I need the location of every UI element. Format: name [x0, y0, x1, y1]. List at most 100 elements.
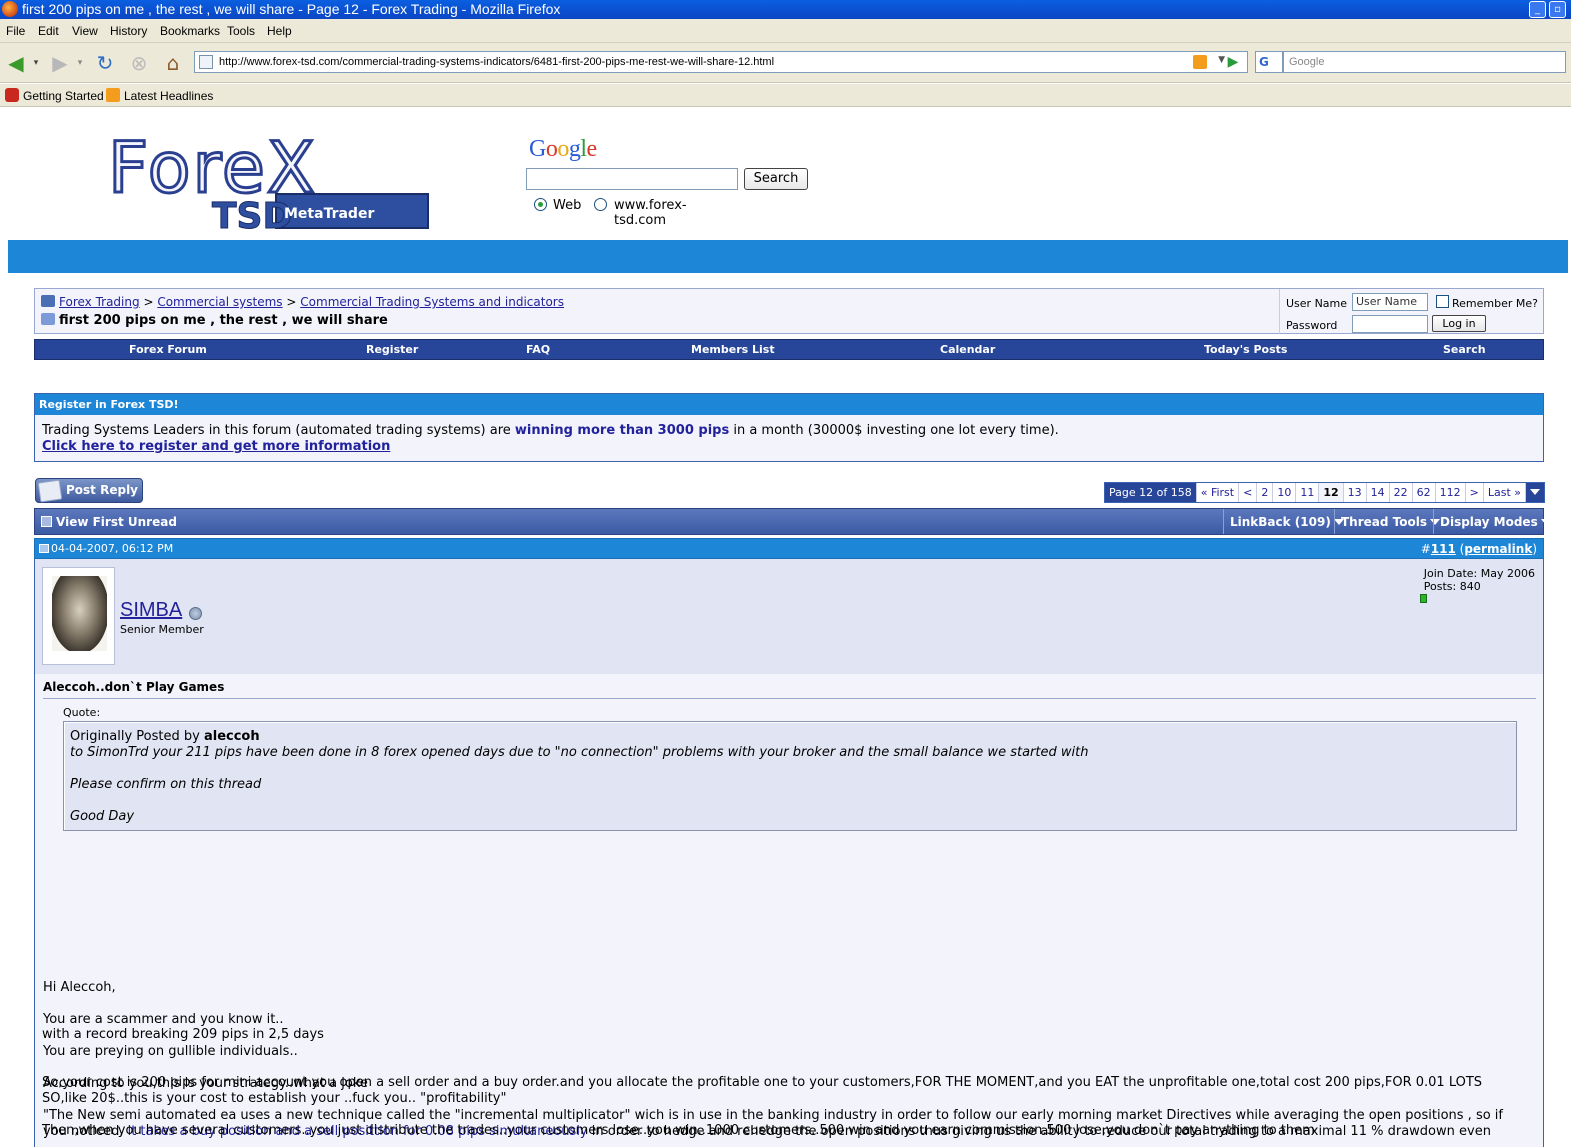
page-last[interactable]: Last »	[1484, 483, 1526, 502]
go-icon[interactable]: ▶	[1224, 53, 1242, 71]
login-form: User Name User Name Remember Me? Passwor…	[1279, 289, 1544, 334]
page-link[interactable]: 11	[1296, 483, 1320, 502]
post-text-line: SO,like 20$..this is your cost to establ…	[42, 1091, 507, 1106]
register-notice-text: Trading Systems Leaders in this forum (a…	[42, 423, 1059, 438]
radio-site[interactable]	[594, 198, 607, 211]
user-stats: Join Date: May 2006 Posts: 840	[1424, 567, 1535, 593]
restore-button[interactable]: ▫	[1549, 1, 1566, 18]
avatar[interactable]	[42, 567, 115, 665]
rss-feed-icon[interactable]	[1193, 55, 1207, 69]
forum-home-icon[interactable]	[41, 295, 55, 307]
quote-line: to SimonTrd your 211 pips have been done…	[70, 745, 1089, 760]
menu-edit[interactable]: Edit	[38, 24, 59, 38]
back-icon[interactable]: ◀	[4, 51, 28, 75]
page-first[interactable]: « First	[1197, 483, 1240, 502]
search-engine-selector[interactable]: G	[1255, 51, 1283, 73]
bookmark-getting-started[interactable]: Getting Started	[5, 88, 104, 103]
menu-tools[interactable]: Tools	[227, 24, 255, 38]
page-viewport: ForeX TSD MetaTrader Google Search Web w…	[8, 112, 1568, 1147]
user-title: Senior Member	[120, 623, 204, 636]
nav-members-list[interactable]: Members List	[691, 343, 775, 356]
display-modes-menu[interactable]: Display Modes	[1433, 509, 1557, 534]
register-notice-header: Register in Forex TSD!	[35, 394, 1543, 415]
logo-badge: MetaTrader	[284, 206, 374, 222]
nav-register[interactable]: Register	[366, 343, 418, 356]
checkmark-icon	[41, 516, 52, 527]
radio-web[interactable]	[534, 198, 547, 211]
page-link[interactable]: 10	[1273, 483, 1297, 502]
menu-history[interactable]: History	[110, 24, 147, 38]
breadcrumb-commercial-systems[interactable]: Commercial systems	[157, 295, 282, 309]
firefox-icon	[2, 1, 18, 17]
google-search-button[interactable]: Search	[744, 168, 808, 190]
google-logo: Google	[529, 136, 597, 162]
google-search-input[interactable]	[526, 168, 738, 190]
thread-title: first 200 pips on me , the rest , we wil…	[41, 313, 388, 328]
header-band	[8, 240, 1568, 273]
page-count[interactable]: Page 12 of 158	[1105, 483, 1197, 502]
nav-faq[interactable]: FAQ	[526, 343, 550, 356]
home-icon[interactable]: ⌂	[161, 51, 185, 75]
page-prev[interactable]: <	[1239, 483, 1258, 502]
permalink-link[interactable]: permalink	[1464, 542, 1532, 556]
page-link[interactable]: 14	[1367, 483, 1390, 502]
menu-help[interactable]: Help	[267, 24, 292, 38]
post-text-line: with a record breaking 209 pips in 2,5 d…	[42, 1027, 324, 1042]
page-icon	[199, 55, 213, 69]
back-history-icon[interactable]: ▾	[30, 51, 42, 75]
remember-me-label: Remember Me?	[1452, 297, 1538, 310]
url-text[interactable]: http://www.forex-tsd.com/commercial-trad…	[219, 56, 774, 68]
post-number-link[interactable]: 111	[1431, 542, 1456, 556]
forward-icon[interactable]: ▶	[48, 51, 72, 75]
page-link[interactable]: 2	[1257, 483, 1274, 502]
forex-tsd-logo[interactable]: ForeX TSD MetaTrader	[104, 116, 434, 241]
thread-tools-menu[interactable]: Thread Tools	[1334, 509, 1446, 534]
post-reply-button[interactable]: Post Reply	[35, 478, 143, 503]
firefox-bookmark-icon	[5, 88, 19, 102]
nav-todays-posts[interactable]: Today's Posts	[1204, 343, 1287, 356]
breadcrumb-forex-trading[interactable]: Forex Trading	[59, 295, 140, 309]
stop-icon[interactable]: ⊗	[127, 51, 151, 75]
view-first-unread-link[interactable]: View First Unread	[41, 515, 177, 529]
divider	[43, 698, 1536, 699]
bookmark-latest-headlines[interactable]: Latest Headlines	[106, 88, 213, 103]
page-link[interactable]: 62	[1413, 483, 1436, 502]
password-input[interactable]	[1352, 315, 1428, 333]
forward-history-icon[interactable]: ▾	[74, 51, 86, 75]
nav-forex-forum[interactable]: Forex Forum	[129, 343, 207, 356]
menu-bookmarks[interactable]: Bookmarks	[160, 24, 220, 38]
post-text-line: Then,when you have several customers..yo…	[42, 1123, 1315, 1138]
menu-bar: File Edit View History Bookmarks Tools H…	[0, 19, 1571, 43]
browser-search-input[interactable]: Google	[1283, 51, 1566, 73]
menu-view[interactable]: View	[72, 24, 98, 38]
quote-box: Originally Posted by aleccoh to SimonTrd…	[63, 721, 1517, 831]
page-link[interactable]: 112	[1436, 483, 1466, 502]
nav-search[interactable]: Search	[1443, 343, 1486, 356]
quote-line: Good Day	[70, 809, 135, 824]
lion-avatar-image	[52, 576, 107, 651]
reload-icon[interactable]: ↻	[93, 51, 117, 75]
chevron-down-icon	[1540, 519, 1551, 525]
address-bar[interactable]: http://www.forex-tsd.com/commercial-trad…	[194, 51, 1248, 73]
window-titlebar: first 200 pips on me , the rest , we wil…	[0, 0, 1571, 19]
post-title: Aleccoh..don`t Play Games	[43, 680, 225, 694]
breadcrumb: Forex Trading > Commercial systems > Com…	[41, 295, 564, 309]
page-link[interactable]: 13	[1344, 483, 1367, 502]
username-link[interactable]: SIMBA	[120, 599, 182, 622]
forum-nav-strip: Forex Forum Register FAQ Members List Ca…	[34, 339, 1544, 360]
register-notice: Register in Forex TSD! Trading Systems L…	[34, 393, 1544, 462]
remember-me-checkbox[interactable]	[1436, 295, 1449, 308]
username-input[interactable]: User Name	[1352, 293, 1428, 311]
login-button[interactable]: Log in	[1432, 315, 1486, 332]
register-link[interactable]: Click here to register and get more info…	[42, 439, 390, 454]
linkback-menu[interactable]: LinkBack (109)	[1223, 509, 1350, 534]
breadcrumb-commercial-trading-systems[interactable]: Commercial Trading Systems and indicator…	[300, 295, 564, 309]
menu-file[interactable]: File	[6, 24, 25, 38]
nav-calendar[interactable]: Calendar	[940, 343, 995, 356]
page-next[interactable]: >	[1466, 483, 1484, 502]
post-number: #111 (permalink)	[1420, 542, 1537, 556]
page-jump-icon[interactable]	[1526, 483, 1544, 502]
minimize-button[interactable]: _	[1529, 1, 1546, 18]
post-reply-icon	[37, 479, 63, 503]
page-link[interactable]: 22	[1390, 483, 1413, 502]
